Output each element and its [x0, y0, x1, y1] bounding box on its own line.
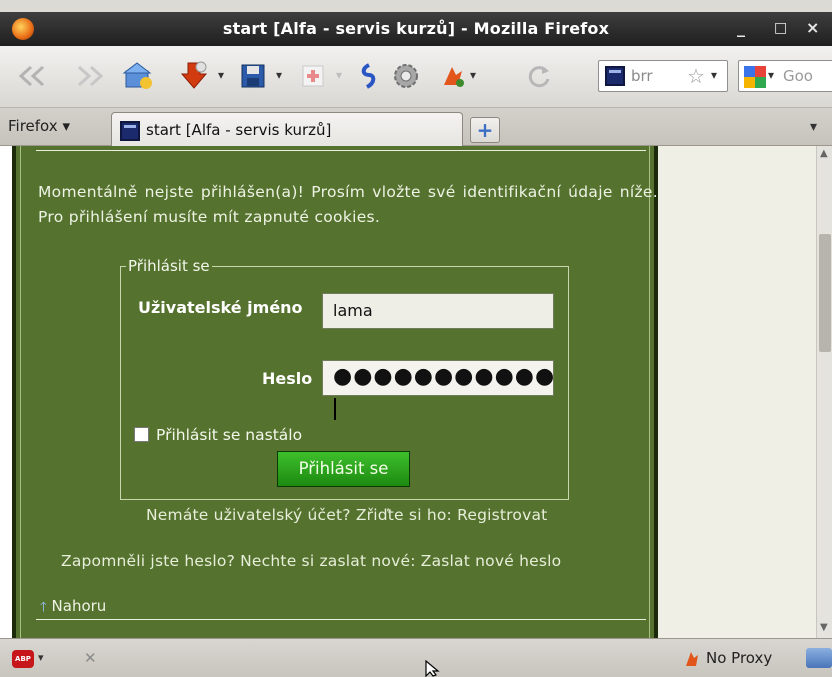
maximize-button[interactable]: □	[774, 20, 787, 36]
proxy-dropdown-arrow[interactable]: ▾	[470, 68, 476, 82]
back-to-top-label: Nahoru	[51, 597, 107, 615]
add-bookmark-button[interactable]	[296, 60, 330, 92]
firefox-menu-button[interactable]: Firefox ▾	[8, 117, 70, 135]
tab-active[interactable]: start [Alfa - servis kurzů]	[111, 112, 463, 146]
tab-favicon-icon	[120, 121, 140, 141]
left-margin	[0, 146, 12, 638]
firefox-menu-label: Firefox	[8, 117, 58, 135]
text-cursor	[334, 398, 336, 420]
download-arrow-icon	[180, 61, 208, 89]
scrollbar-thumb[interactable]	[819, 234, 831, 352]
login-intro-text: Momentálně nejste přihlášen(a)! Prosím v…	[38, 183, 658, 226]
bottom-divider	[36, 619, 646, 620]
url-history-dropdown[interactable]: ▾	[711, 68, 717, 82]
back-button[interactable]	[14, 60, 50, 92]
save-dropdown-arrow[interactable]: ▾	[276, 68, 282, 82]
network-status-icon[interactable]	[806, 648, 832, 668]
remember-me-label[interactable]: Přihlásit se nastálo	[156, 426, 302, 444]
login-submit-button[interactable]: Přihlásit se	[277, 451, 410, 487]
proxy-button[interactable]	[438, 60, 468, 92]
url-text: brr	[631, 67, 653, 85]
browser-window: start [Alfa - servis kurzů] - Mozilla Fi…	[0, 0, 832, 677]
save-button[interactable]	[236, 60, 270, 92]
password-masked-value: ●●●●●●●●●●●	[333, 364, 556, 389]
vertical-scrollbar[interactable]: ▲ ▼	[816, 146, 832, 638]
scroll-up-arrow-icon[interactable]: ▲	[820, 148, 828, 159]
home-button[interactable]	[120, 60, 156, 92]
minimize-button[interactable]: _	[737, 18, 745, 37]
window-title: start [Alfa - servis kurzů] - Mozilla Fi…	[222, 19, 610, 38]
google-search-engine-icon[interactable]	[744, 66, 766, 88]
search-engine-dropdown[interactable]: ▾	[768, 68, 774, 82]
adblock-plus-icon[interactable]: ABP	[12, 650, 34, 668]
username-input[interactable]: lama	[322, 293, 554, 329]
page-content: Momentálně nejste přihlášen(a)! Prosím v…	[0, 146, 832, 638]
status-bar: ABP ▾ ✕ No Proxy	[0, 638, 832, 677]
reload-icon	[528, 66, 550, 88]
url-bar[interactable]: brr ☆ ▾	[598, 60, 728, 92]
arrow-cursor-icon	[425, 660, 440, 677]
top-divider	[36, 150, 646, 151]
proxy-fox-icon[interactable]	[684, 650, 700, 672]
forgot-password-text[interactable]: Zapomněli jste heslo? Nechte si zaslat n…	[61, 552, 561, 570]
forward-button[interactable]	[72, 60, 108, 92]
settings-button[interactable]	[388, 60, 424, 92]
floppy-disk-icon	[241, 64, 265, 88]
new-tab-button[interactable]: +	[470, 117, 500, 143]
plus-page-icon	[302, 65, 324, 87]
back-arrow-icon	[18, 65, 45, 87]
up-arrow-icon: 🡑	[40, 600, 47, 615]
password-label: Heslo	[262, 369, 313, 388]
home-icon	[122, 62, 152, 89]
adblock-dropdown-arrow[interactable]: ▾	[38, 651, 44, 664]
bookmark-dropdown-arrow[interactable]: ▾	[336, 68, 342, 82]
chevron-down-icon: ▾	[62, 117, 70, 135]
site-favicon-icon	[605, 66, 625, 86]
scroll-down-arrow-icon[interactable]: ▼	[820, 622, 828, 633]
title-bar: start [Alfa - servis kurzů] - Mozilla Fi…	[0, 12, 832, 46]
addon-button[interactable]	[354, 60, 384, 92]
login-legend: Přihlásit se	[126, 257, 212, 275]
downloads-dropdown-arrow[interactable]: ▾	[218, 68, 224, 82]
gear-icon	[394, 64, 418, 88]
search-bar[interactable]: ▾ Goo	[738, 60, 832, 92]
login-panel: Momentálně nejste přihlášen(a)! Prosím v…	[12, 146, 658, 638]
swirl-icon	[361, 63, 376, 89]
username-label: Uživatelské jméno	[138, 298, 303, 317]
tab-bar: Firefox ▾ start [Alfa - servis kurzů] + …	[0, 108, 832, 146]
list-all-tabs-button[interactable]: ▾	[810, 119, 817, 135]
register-text[interactable]: Nemáte uživatelský účet? Zřiďte si ho: R…	[146, 506, 547, 524]
close-button[interactable]: ×	[806, 18, 819, 37]
remember-me-checkbox[interactable]	[134, 427, 149, 442]
back-to-top-link[interactable]: 🡑 Nahoru	[40, 597, 106, 620]
reload-button[interactable]	[522, 60, 556, 92]
search-placeholder: Goo	[783, 67, 813, 85]
bookmark-star-icon[interactable]: ☆	[687, 64, 705, 88]
proxy-status-label[interactable]: No Proxy	[706, 649, 772, 667]
fox-proxy-icon	[444, 67, 464, 87]
right-sidebar-area	[658, 146, 816, 638]
password-input[interactable]: ●●●●●●●●●●●	[322, 360, 556, 420]
navigation-toolbar: ▾ ▾ ▾ ▾ brr ☆ ▾ ▾ Goo	[0, 46, 832, 108]
forward-arrow-icon	[77, 65, 104, 87]
fox-icon	[686, 652, 698, 666]
tab-label: start [Alfa - servis kurzů]	[146, 121, 332, 139]
downloads-button[interactable]	[176, 60, 212, 92]
close-addon-bar-icon[interactable]: ✕	[84, 649, 97, 667]
